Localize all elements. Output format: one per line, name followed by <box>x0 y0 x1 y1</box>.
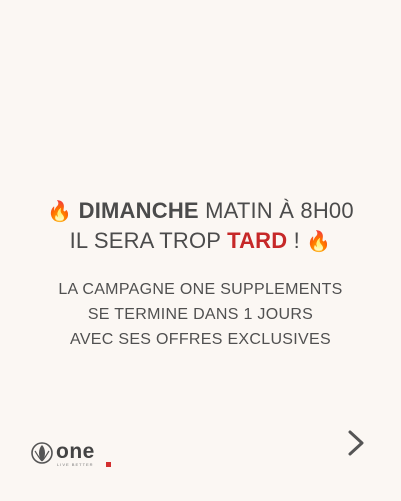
leaf-logo-icon <box>31 442 53 464</box>
brand-tagline: LIVE BETTER <box>57 462 94 467</box>
headline-line-2: IL SERA TROP TARD ! 🔥 <box>0 226 401 256</box>
chevron-right-icon[interactable] <box>343 428 369 458</box>
brand-logo: one LIVE BETTER <box>31 440 121 470</box>
headline-day: DIMANCHE <box>78 198 199 223</box>
headline-phrase: IL SERA TROP <box>69 228 228 253</box>
campaign-line-3: AVEC SES OFFRES EXCLUSIVES <box>70 331 331 348</box>
fire-icon: 🔥 <box>306 229 332 253</box>
headline-line-1: 🔥 DIMANCHE MATIN À 8H00 <box>0 196 401 226</box>
headline: 🔥 DIMANCHE MATIN À 8H00 IL SERA TROP TAR… <box>0 196 401 256</box>
brand-wordmark: one <box>56 440 95 463</box>
campaign-line-1: LA CAMPAGNE ONE SUPPLEMENTS <box>58 281 343 298</box>
headline-emphasis: TARD <box>227 228 288 253</box>
headline-time: MATIN À 8H00 <box>198 198 354 223</box>
swiss-flag-icon <box>106 462 111 467</box>
campaign-message: LA CAMPAGNE ONE SUPPLEMENTS SE TERMINE D… <box>0 277 401 352</box>
fire-icon: 🔥 <box>47 199 73 223</box>
campaign-line-2: SE TERMINE DANS 1 JOURS <box>87 306 314 323</box>
headline-exclamation: ! <box>287 228 307 253</box>
